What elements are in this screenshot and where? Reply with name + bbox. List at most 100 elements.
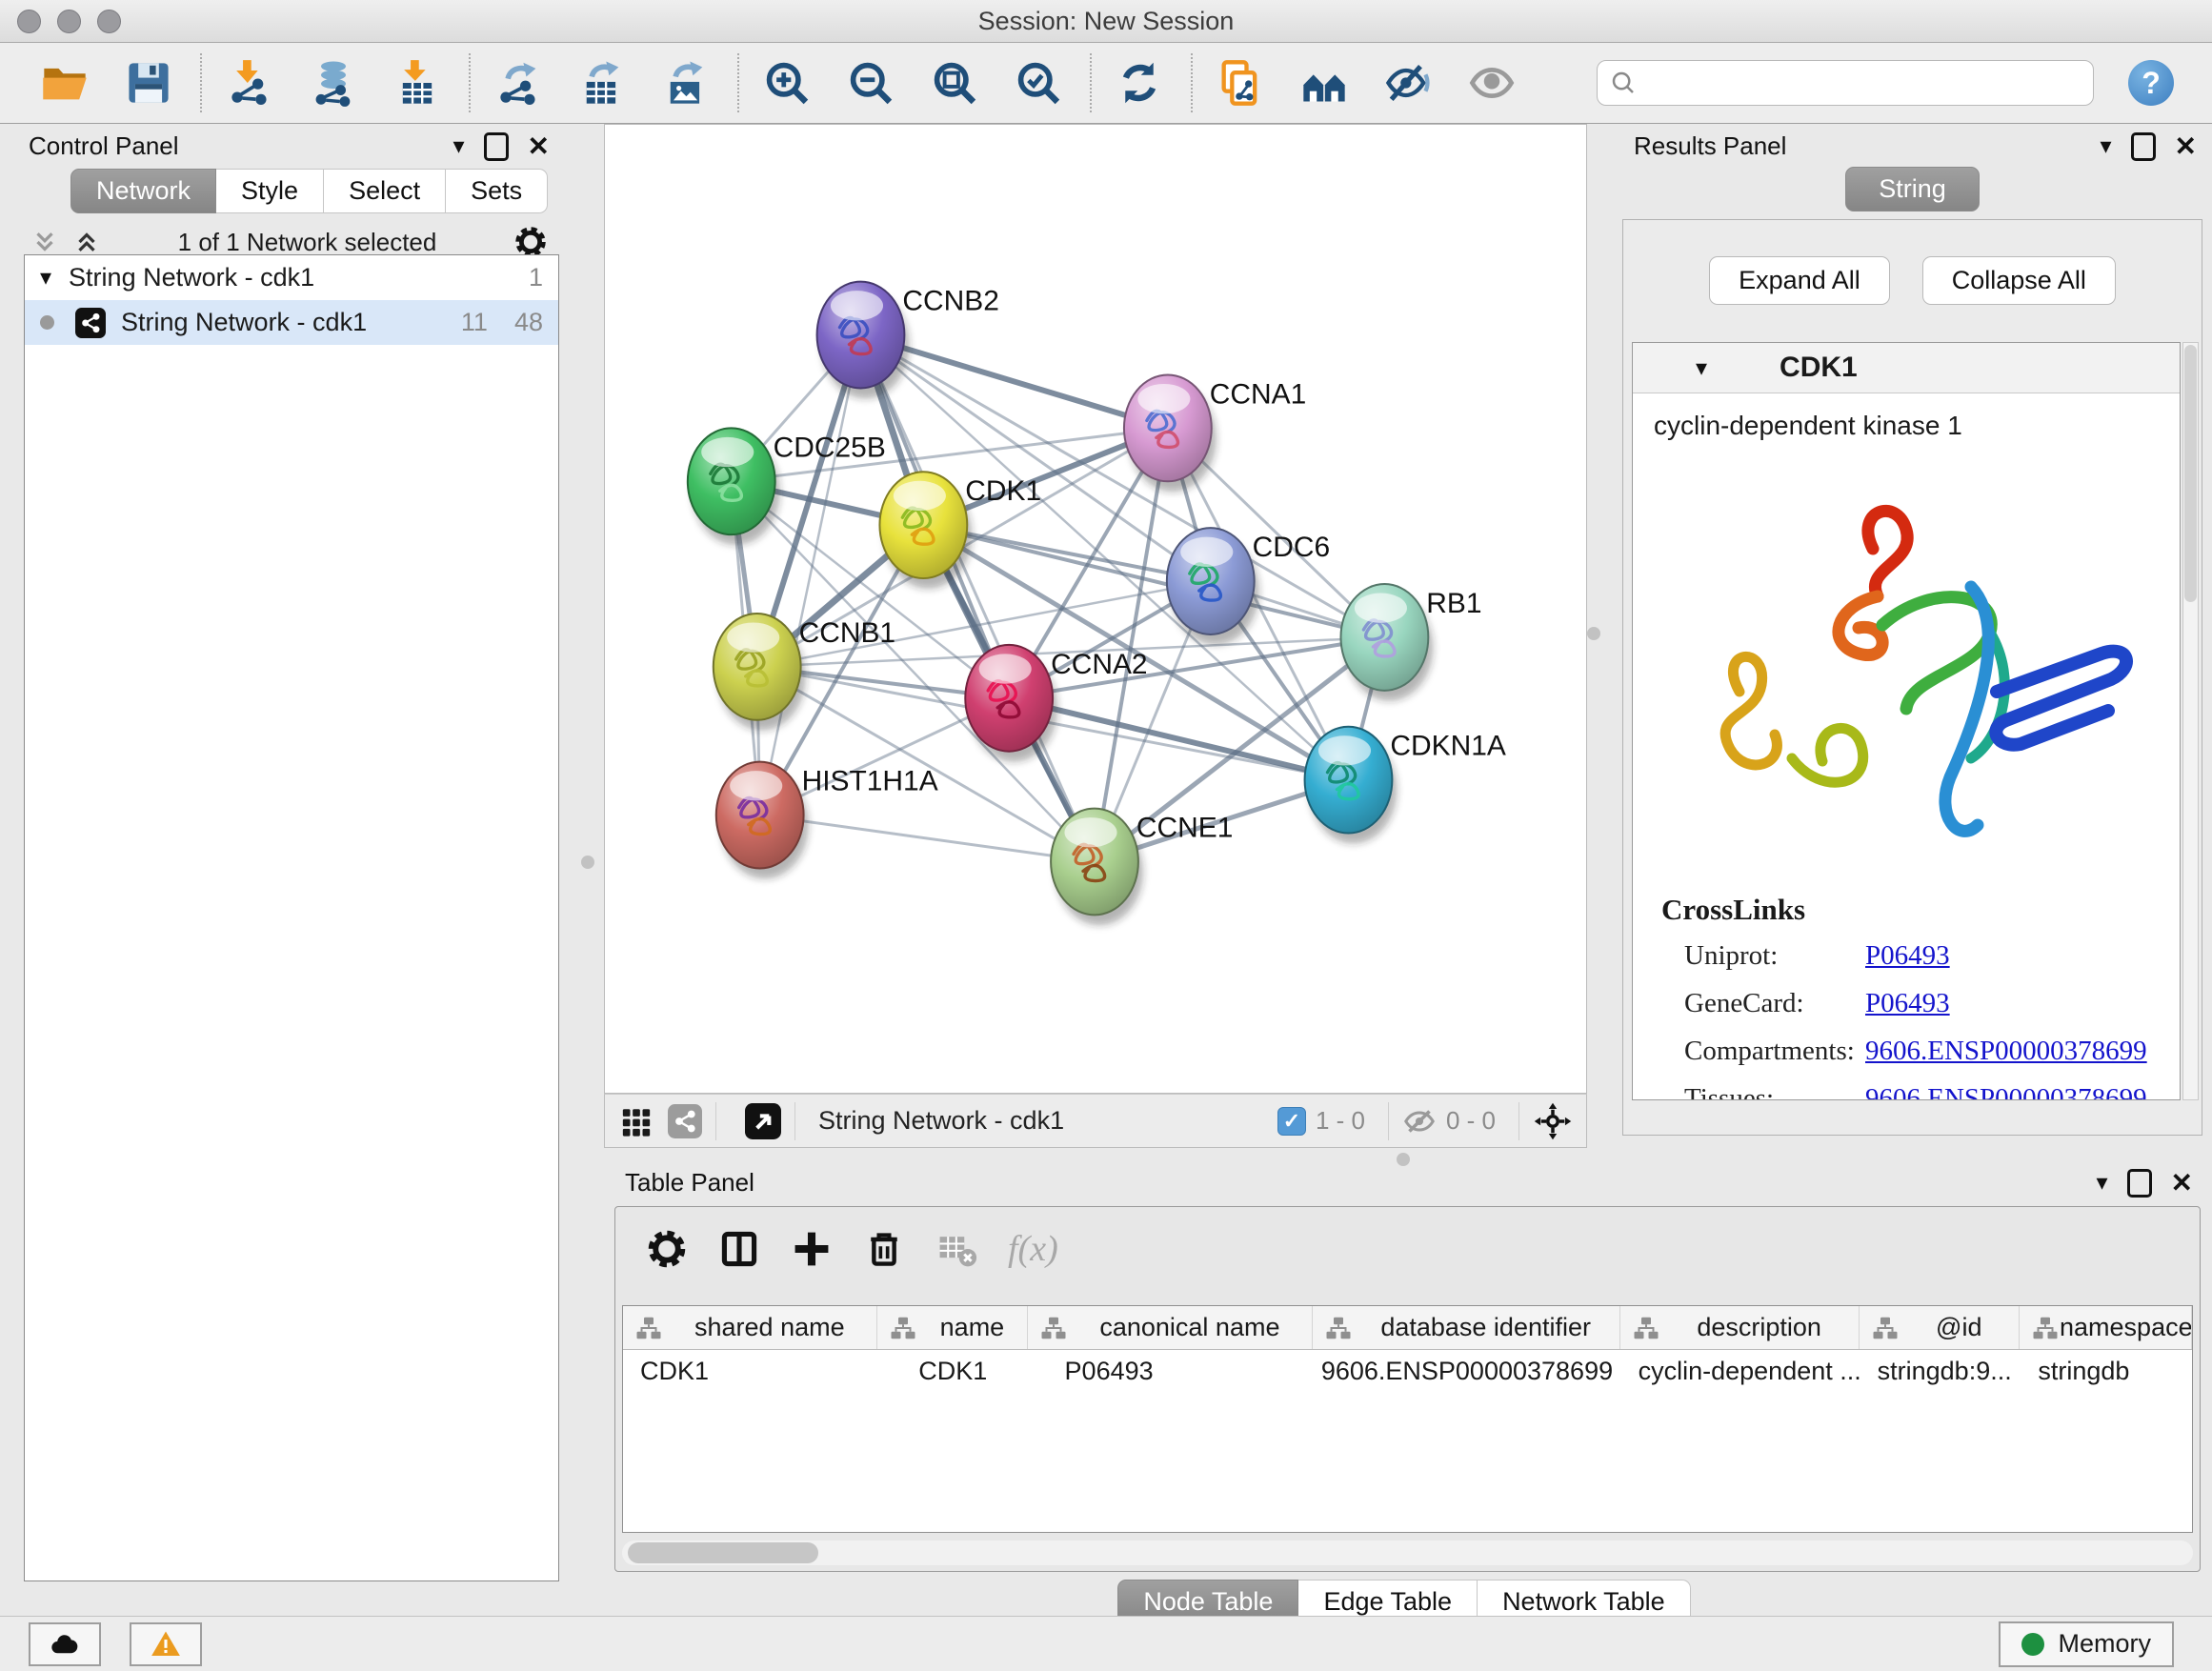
zoom-selected-icon[interactable]: [1012, 56, 1065, 110]
network-row[interactable]: String Network - cdk1 11 48: [25, 300, 558, 345]
help-button[interactable]: ?: [2128, 60, 2174, 106]
apply-preferred-layout-icon[interactable]: [1113, 56, 1166, 110]
export-network-icon[interactable]: [492, 56, 545, 110]
panel-menu-icon[interactable]: ▾: [2100, 132, 2111, 160]
add-column-icon[interactable]: [791, 1228, 833, 1270]
protein-structure-image: [1668, 458, 2144, 868]
collapse-all-icon[interactable]: [30, 228, 59, 256]
zoom-fit-content-icon[interactable]: [928, 56, 981, 110]
column-type-icon: [889, 1314, 917, 1342]
first-neighbors-icon[interactable]: [1297, 56, 1351, 110]
column-header-databaseidentifier[interactable]: database identifier: [1313, 1306, 1620, 1349]
node-highlight: [701, 437, 754, 467]
node-count: 11: [461, 308, 488, 337]
crosslink-value[interactable]: 9606.ENSP00000378699: [1865, 1036, 2147, 1067]
network-canvas[interactable]: CCNB2CCNA1CDC25BCDK1CDC6RB1CCNB1CCNA2CDK…: [604, 124, 1587, 1094]
column-header-name[interactable]: name: [877, 1306, 1029, 1349]
warning-button[interactable]: [130, 1622, 202, 1666]
node-cdkn1a[interactable]: CDKN1A: [1305, 727, 1506, 844]
protein-expander-icon[interactable]: ▾: [1696, 354, 1707, 382]
tab-style[interactable]: Style: [216, 169, 324, 213]
node-ccne1[interactable]: CCNE1: [1051, 809, 1233, 926]
panel-float-icon[interactable]: [2131, 132, 2156, 161]
column-header-namespace[interactable]: namespace: [2020, 1306, 2192, 1349]
export-table-icon[interactable]: [575, 56, 629, 110]
hide-selected-icon[interactable]: [1381, 56, 1435, 110]
right-splitter-handle[interactable]: [1587, 627, 1600, 640]
panel-close-icon[interactable]: ✕: [2171, 1170, 2193, 1197]
results-panel: Results Panel ▾ ✕ String Expand All Coll…: [1622, 124, 2202, 1136]
table-settings-gear-icon[interactable]: [646, 1228, 688, 1270]
share-view-icon[interactable]: [668, 1104, 702, 1138]
cloud-button[interactable]: [29, 1622, 101, 1666]
node-ccnb1[interactable]: CCNB1: [714, 614, 895, 731]
fit-selected-crosshair-icon[interactable]: [1533, 1101, 1573, 1141]
crosslink-value[interactable]: P06493: [1865, 940, 1950, 972]
selected-checkbox-icon[interactable]: ✓: [1277, 1107, 1306, 1136]
node-rb1[interactable]: RB1: [1340, 584, 1481, 701]
results-scrollbar-thumb[interactable]: [2184, 345, 2197, 602]
table-row[interactable]: CDK1CDK1P064939606.ENSP00000378699cyclin…: [623, 1350, 2192, 1392]
column-header-sharedname[interactable]: shared name: [623, 1306, 877, 1349]
network-selection-status: 1 of 1 Network selected: [101, 228, 513, 257]
crosslink-value[interactable]: 9606.ENSP00000378699: [1865, 1083, 2147, 1100]
memory-label: Memory: [2058, 1629, 2151, 1659]
column-header-description[interactable]: description: [1620, 1306, 1860, 1349]
zoom-in-icon[interactable]: [760, 56, 814, 110]
network-collection-row[interactable]: ▾ String Network - cdk1 1: [25, 255, 558, 300]
import-network-from-file-icon[interactable]: [223, 56, 276, 110]
expand-all-icon[interactable]: [72, 228, 101, 256]
table-horizontal-scrollbar[interactable]: [622, 1540, 2193, 1565]
delete-column-trash-icon[interactable]: [863, 1228, 905, 1270]
open-session-icon[interactable]: [38, 56, 91, 110]
node-cdk1[interactable]: CDK1: [879, 472, 1041, 589]
collection-expander-icon[interactable]: ▾: [40, 264, 51, 292]
import-network-from-database-icon[interactable]: [307, 56, 360, 110]
node-ccnb2[interactable]: CCNB2: [817, 282, 999, 399]
panel-close-icon[interactable]: ✕: [528, 133, 550, 160]
show-columns-icon[interactable]: [718, 1228, 760, 1270]
new-network-from-selection-icon[interactable]: [1214, 56, 1267, 110]
tab-network[interactable]: Network: [70, 169, 216, 213]
tab-sets[interactable]: Sets: [446, 169, 548, 213]
show-all-icon[interactable]: [1465, 56, 1518, 110]
node-hist1h1a[interactable]: HIST1H1A: [716, 762, 938, 879]
node-cdc25b[interactable]: CDC25B: [688, 428, 886, 545]
column-header-id[interactable]: @id: [1860, 1306, 2021, 1349]
control-panel-tabs: NetworkStyleSelectSets: [70, 169, 563, 213]
panel-menu-icon[interactable]: ▾: [452, 132, 464, 160]
edge-hist1h1a-ccne1[interactable]: [760, 815, 1095, 862]
network-graph[interactable]: CCNB2CCNA1CDC25BCDK1CDC6RB1CCNB1CCNA2CDK…: [605, 125, 1586, 1093]
crosslink-value[interactable]: P06493: [1865, 988, 1950, 1019]
left-splitter-handle[interactable]: [581, 856, 594, 869]
import-table-from-file-icon[interactable]: [391, 56, 444, 110]
column-header-canonicalname[interactable]: canonical name: [1028, 1306, 1312, 1349]
memory-button[interactable]: Memory: [1999, 1621, 2174, 1667]
protein-header[interactable]: ▾ CDK1: [1633, 343, 2180, 393]
table-cell: CDK1: [623, 1357, 877, 1386]
bottom-splitter-handle[interactable]: [1397, 1153, 1410, 1166]
grid-view-icon[interactable]: [620, 1105, 653, 1137]
export-image-icon[interactable]: [659, 56, 713, 110]
table-container: f(x) shared namenamecanonical namedataba…: [614, 1206, 2201, 1572]
tab-string[interactable]: String: [1845, 167, 1980, 211]
save-session-icon[interactable]: [122, 56, 175, 110]
collapse-all-button[interactable]: Collapse All: [1922, 256, 2116, 305]
panel-float-icon[interactable]: [484, 132, 509, 161]
expand-all-button[interactable]: Expand All: [1709, 256, 1890, 305]
panel-close-icon[interactable]: ✕: [2175, 133, 2197, 160]
zoom-out-icon[interactable]: [844, 56, 897, 110]
search-box: [1597, 60, 2094, 106]
panel-menu-icon[interactable]: ▾: [2096, 1169, 2107, 1197]
edge-ccnb2-hist1h1a[interactable]: [760, 335, 861, 815]
tab-select[interactable]: Select: [324, 169, 446, 213]
table-scrollbar-thumb[interactable]: [628, 1542, 818, 1563]
open-in-new-window-icon[interactable]: [745, 1103, 781, 1139]
search-input[interactable]: [1645, 68, 2081, 99]
panel-float-icon[interactable]: [2127, 1169, 2152, 1198]
cloud-icon: [49, 1628, 81, 1661]
node-cdc6[interactable]: CDC6: [1167, 528, 1330, 645]
edge-ccna2-cdkn1a[interactable]: [1009, 698, 1348, 780]
results-scrollbar[interactable]: [2182, 342, 2199, 1100]
hidden-eye-icon[interactable]: [1402, 1104, 1437, 1138]
